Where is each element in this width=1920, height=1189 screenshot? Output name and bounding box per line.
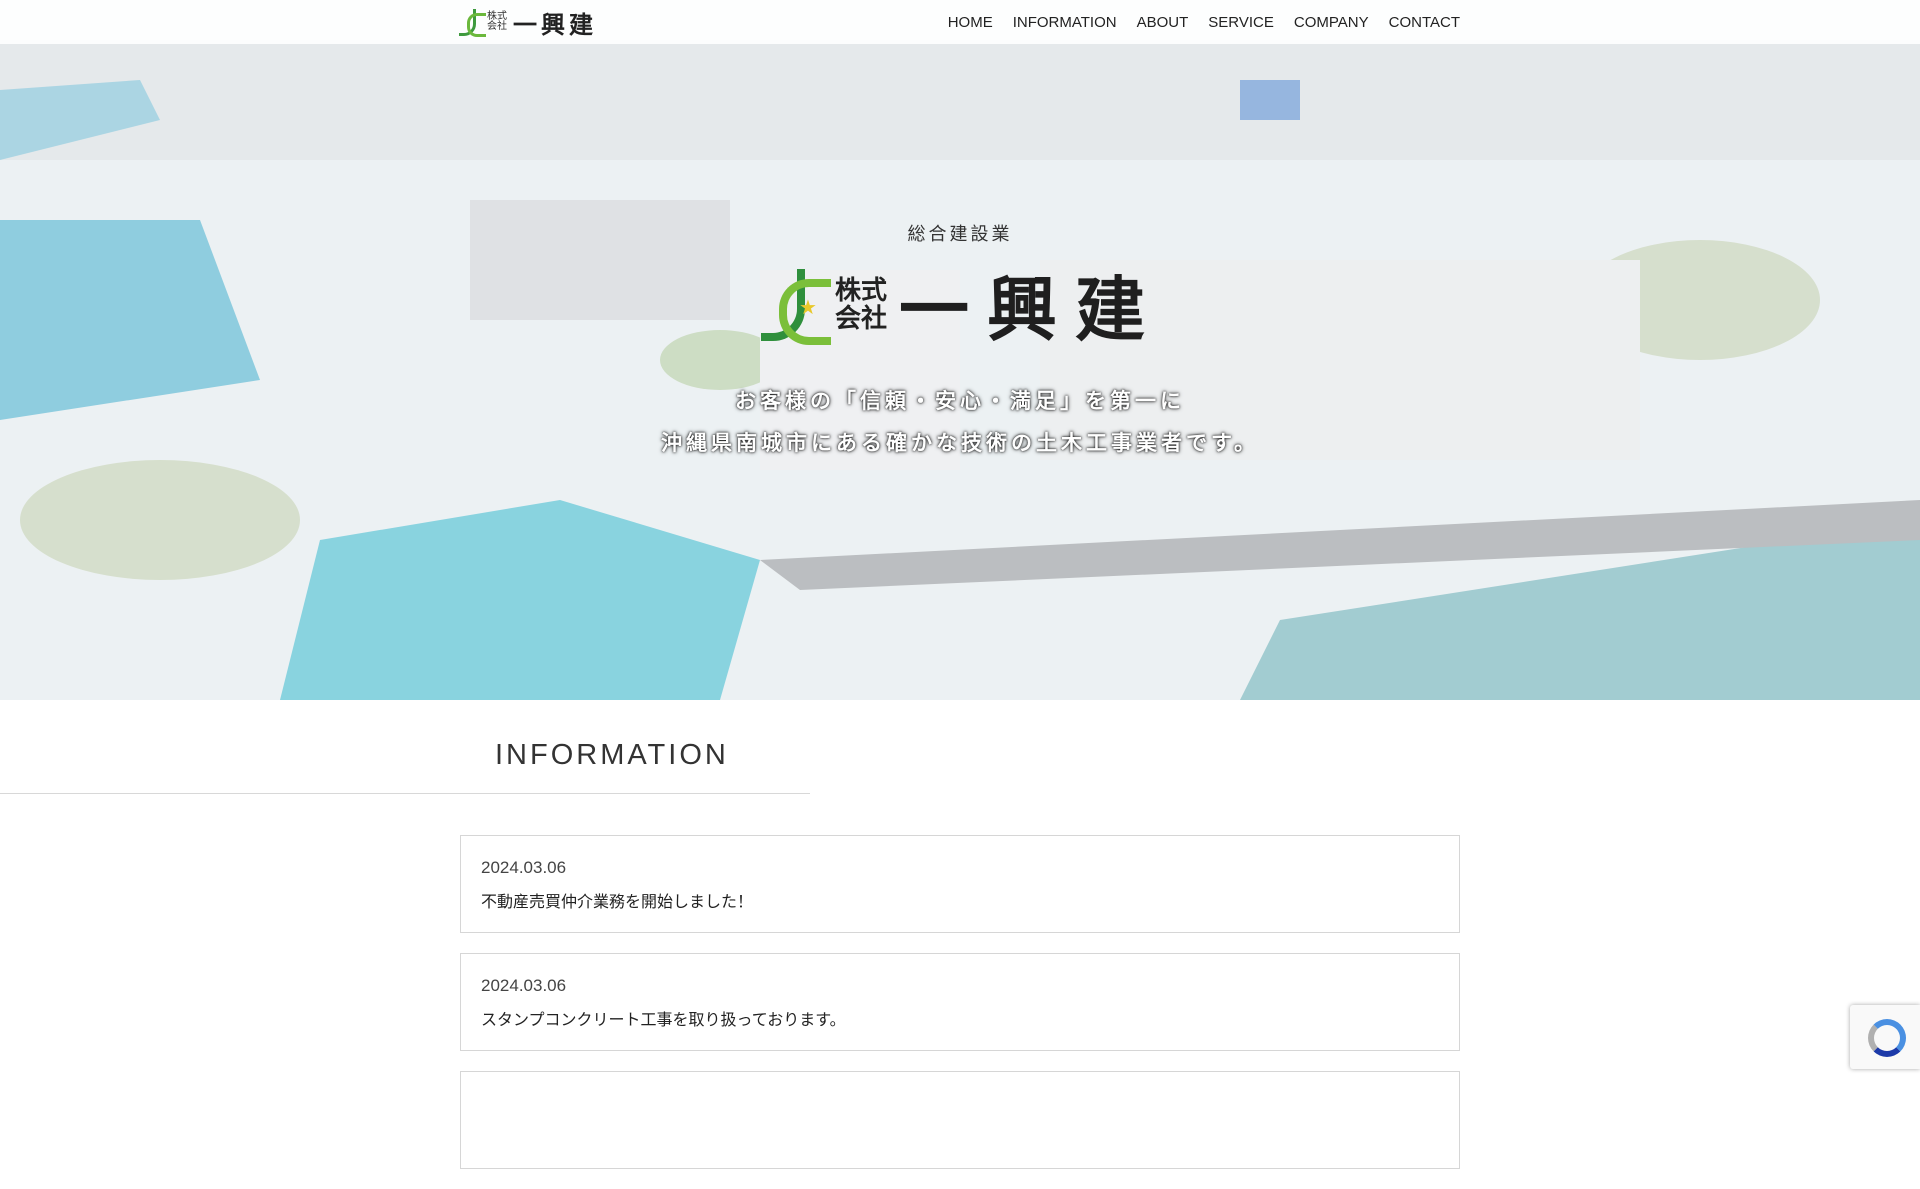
recaptcha-badge[interactable]	[1850, 1005, 1920, 1069]
nav-contact[interactable]: CONTACT	[1389, 14, 1460, 31]
news-item[interactable]: 2024.03.06 スタンプコンクリート工事を取り扱っております。	[460, 953, 1460, 1051]
news-date: 2024.03.06	[481, 858, 567, 877]
nav-company[interactable]: COMPANY	[1294, 14, 1369, 31]
nav-about[interactable]: ABOUT	[1137, 14, 1189, 31]
hero-logo-kaisha: 株式会社	[835, 275, 888, 334]
information-title: INFORMATION	[495, 739, 729, 771]
header-logo-kaisha: 株式会社	[487, 11, 507, 32]
hero-section: 総合建設業 ★ 株式会社 一興建 お客様の「信頼・安心・満足」を第一に 沖縄県南…	[0, 0, 1920, 700]
company-mark-icon: ★	[757, 268, 831, 345]
news-item[interactable]: 2024.03.06 不動産売買仲介業務を開始しました！	[460, 835, 1460, 933]
hero-subtitle: 総合建設業	[907, 224, 1013, 245]
hero-logo: ★ 株式会社 一興建	[757, 254, 1163, 355]
information-heading: INFORMATION	[0, 735, 810, 794]
main-nav: HOME INFORMATION ABOUT SERVICE COMPANY C…	[948, 0, 1460, 44]
news-item-partial[interactable]	[460, 1071, 1460, 1169]
header-logo[interactable]: 株式会社 一興建	[459, 7, 597, 39]
hero-content: 総合建設業 ★ 株式会社 一興建 お客様の「信頼・安心・満足」を第一に 沖縄県南…	[0, 220, 1920, 457]
news-date: 2024.03.06	[481, 976, 567, 995]
hero-logo-name: 一興建	[899, 268, 1163, 351]
hero-tagline-1: お客様の「信頼・安心・満足」を第一に	[735, 389, 1185, 413]
company-mark-icon	[459, 9, 486, 37]
recaptcha-icon	[1868, 1019, 1906, 1057]
news-title: 不動産売買仲介業務を開始しました！	[481, 892, 754, 911]
nav-information[interactable]: INFORMATION	[1013, 14, 1117, 31]
site-header: 株式会社 一興建 HOME INFORMATION ABOUT SERVICE …	[0, 0, 1920, 44]
hero-tagline-2: 沖縄県南城市にある確かな技術の土木工事業者です。	[661, 431, 1259, 455]
nav-service[interactable]: SERVICE	[1208, 14, 1274, 31]
header-logo-name: 一興建	[513, 9, 597, 39]
news-list: 2024.03.06 不動産売買仲介業務を開始しました！ 2024.03.06 …	[460, 835, 1460, 1189]
news-title: スタンプコンクリート工事を取り扱っております。	[481, 1010, 846, 1029]
nav-home[interactable]: HOME	[948, 14, 993, 31]
